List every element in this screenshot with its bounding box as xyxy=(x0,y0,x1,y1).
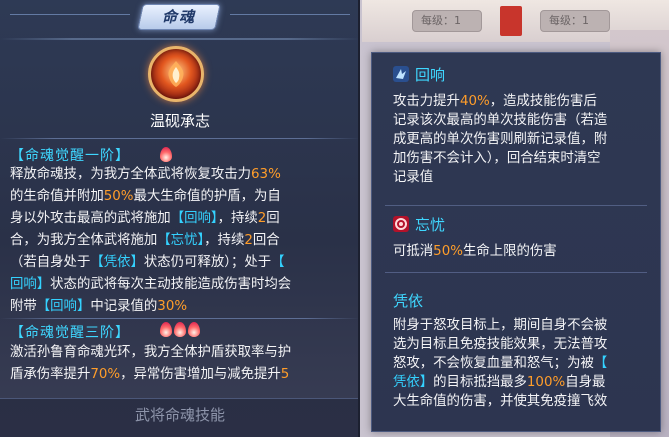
desc-line: 激活孙鲁育命魂光环，我方全体护盾获取率与护 xyxy=(10,345,292,360)
desc-line: 凭依】的目标抵挡最多100%自身最 xyxy=(393,375,606,390)
desc-line: （若自身处于【凭依】状态仍可释放）；处于【 xyxy=(10,255,285,270)
background-stat-pill: 每级：1 xyxy=(412,10,482,32)
desc-line: 释放命魂技，为我方全体武将恢复攻击力63% xyxy=(10,167,281,182)
desc-line: 记录该次最高的单次技能伤害（若造 xyxy=(393,113,608,128)
stage3-flames xyxy=(160,322,200,337)
soul-skill-panel: 命魂 温砚承志 【命魂觉醒一阶】 释放命魂技，为我方全体武将恢复攻击力63% 的… xyxy=(0,0,360,437)
stage1-description: 释放命魂技，为我方全体武将恢复攻击力63% 的生命值并附加50%最大生命值的护盾… xyxy=(10,164,352,318)
stage3-description: 激活孙鲁育命魂光环，我方全体护盾获取率与护 盾承伤率提升70%，异常伤害增加与减… xyxy=(10,342,352,386)
flame-icon xyxy=(174,322,186,337)
section-divider xyxy=(385,272,647,273)
desc-line: 成更高的单次伤害则刷新记录值，附 xyxy=(393,132,608,147)
stage1-title: 【命魂觉醒一阶】 xyxy=(10,148,130,164)
desc-line: 附身于怒攻目标上，期间自身不会被 xyxy=(393,318,608,333)
background-stat-pill: 每级：1 xyxy=(540,10,610,32)
huixiang-title: 回响 xyxy=(415,66,446,84)
pingyi-ref-link[interactable]: 凭依 xyxy=(393,375,420,390)
flame-icon xyxy=(160,147,172,162)
desc-line: 攻击力提升40%，造成技能伤害后 xyxy=(393,94,597,109)
desc-line: 怒攻，不会恢复血量和怒气；为被【 xyxy=(393,356,608,371)
desc-line: 身以外攻击最高的武将施加【回响】，持续2回 xyxy=(10,211,280,226)
desc-line: 加伤害不会计入），回合结束时清空 xyxy=(393,151,601,166)
huixiang-ref-link[interactable]: 【回响】 xyxy=(37,299,91,314)
desc-line: 可抵消50%生命上限的伤害 xyxy=(393,244,557,259)
wangyou-title: 忘忧 xyxy=(415,216,446,234)
pingyi-title: 凭依 xyxy=(393,292,424,310)
wangyou-ref-link[interactable]: 【忘忧】 xyxy=(157,233,204,248)
stage1-flames xyxy=(160,147,172,162)
general-soul-skill-tab[interactable]: 武将命魂技能 xyxy=(100,404,260,425)
header-tag-label: 命魂 xyxy=(161,8,196,26)
skill-name: 温砚承志 xyxy=(149,112,210,130)
section-divider xyxy=(0,318,358,319)
header-tag: 命魂 xyxy=(137,4,221,30)
background-red-card xyxy=(500,6,522,36)
flame-icon xyxy=(160,322,172,337)
flame-icon xyxy=(188,322,200,337)
desc-line: 的生命值并附加50%最大生命值的护盾，为自 xyxy=(10,189,281,204)
huixiang-ref-link[interactable]: 【回响】 xyxy=(171,211,218,226)
pingyi-ref-link[interactable]: 【 xyxy=(594,356,607,371)
pingyi-ref-link[interactable]: 【凭依】 xyxy=(90,255,144,270)
huixiang-ref-link[interactable]: 回响 xyxy=(10,277,37,292)
desc-line: 选为目标且免疫技能效果，无法普攻 xyxy=(393,337,608,352)
section-divider xyxy=(385,205,647,206)
desc-line: 记录值 xyxy=(393,170,434,185)
huixiang-description: 攻击力提升40%，造成技能伤害后 记录该次最高的单次技能伤害（若造 成更高的单次… xyxy=(393,92,657,187)
echo-icon xyxy=(393,66,409,82)
pingyi-description: 附身于怒攻目标上，期间自身不会被 选为目标且免疫技能效果，无法普攻 怒攻，不会恢… xyxy=(393,316,657,411)
desc-line: 盾承伤率提升70%，异常伤害增加与减免提升5 xyxy=(10,367,290,382)
wangyou-description: 可抵消50%生命上限的伤害 xyxy=(393,242,657,261)
stage3-title: 【命魂觉醒三阶】 xyxy=(10,325,130,341)
section-divider xyxy=(0,138,358,139)
desc-line: 合，为我方全体武将施加【忘忧】，持续2回合 xyxy=(10,233,280,248)
forget-sorrow-icon xyxy=(393,216,409,232)
header-wing-right xyxy=(230,14,350,15)
desc-line: 回响】状态的武将每次主动技能造成伤害时均会 xyxy=(10,277,292,292)
skill-emblem-icon xyxy=(148,46,204,102)
header-wing-left xyxy=(10,14,130,15)
desc-line: 附带【回响】中记录值的30% xyxy=(10,299,188,314)
desc-line: 大生命值的伤害，并使其免疫撞飞效 xyxy=(393,394,608,409)
